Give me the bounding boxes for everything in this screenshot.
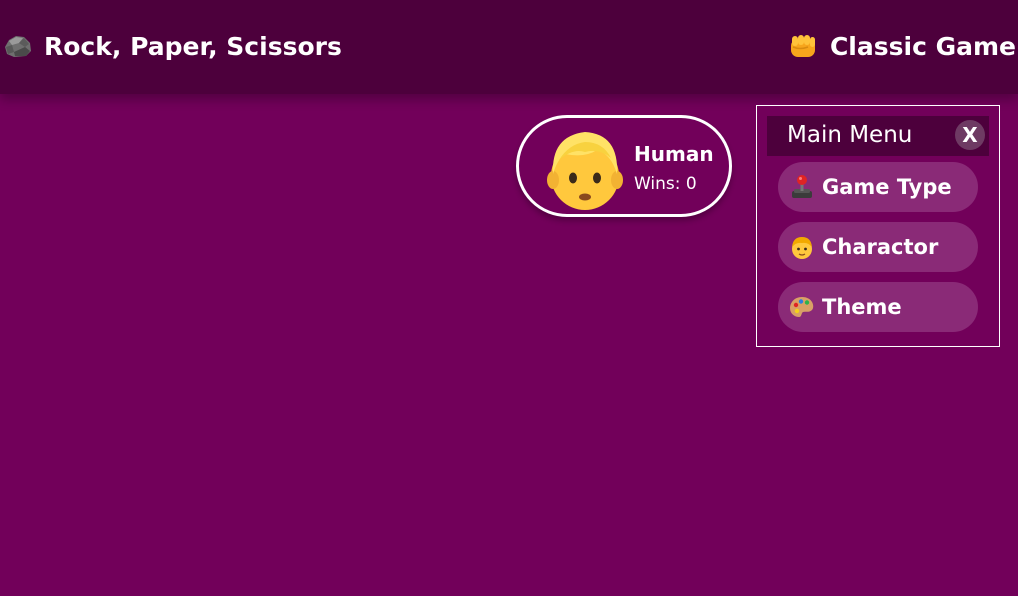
menu-item-label: Theme <box>822 295 902 319</box>
app-title-text: Rock, Paper, Scissors <box>44 31 342 61</box>
main-menu-panel: Main Menu X Game Type Charactor Theme <box>756 105 1000 347</box>
fist-icon <box>788 33 818 59</box>
menu-item-charactor[interactable]: Charactor <box>778 222 978 272</box>
player-card: Human Wins: 0 <box>516 115 732 217</box>
game-mode-label: Classic Game <box>788 28 1016 64</box>
palette-icon <box>788 293 816 321</box>
person-blond-hair-icon <box>545 124 625 212</box>
menu-title: Main Menu <box>787 122 913 148</box>
menu-item-label: Charactor <box>822 235 939 259</box>
game-mode-text: Classic Game <box>829 31 1016 61</box>
app-header: Rock, Paper, Scissors Classic Game <box>0 0 1018 94</box>
menu-item-label: Game Type <box>822 175 952 199</box>
player-name: Human <box>634 142 714 166</box>
player-wins: Wins: 0 <box>634 174 697 194</box>
menu-close-button[interactable]: X <box>955 120 985 150</box>
menu-header: Main Menu X <box>767 116 989 156</box>
rock-icon <box>4 34 32 58</box>
menu-item-theme[interactable]: Theme <box>778 282 978 332</box>
person-icon <box>788 233 816 261</box>
app-title: Rock, Paper, Scissors <box>4 28 342 64</box>
menu-item-game-type[interactable]: Game Type <box>778 162 978 212</box>
joystick-icon <box>788 173 816 201</box>
